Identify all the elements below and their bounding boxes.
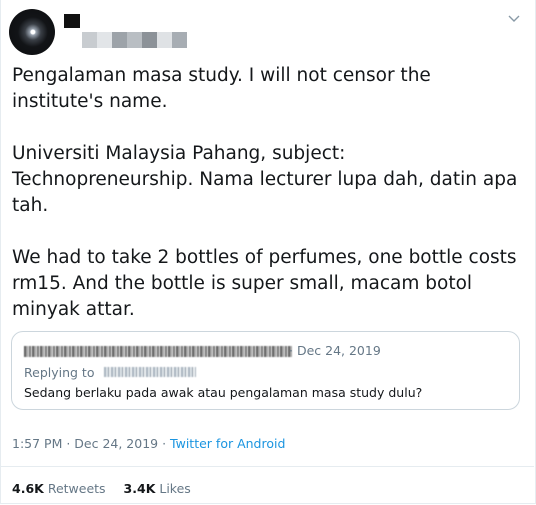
likes-stat[interactable]: 3.4K Likes: [124, 481, 191, 496]
redacted-handle-pixel: [172, 32, 187, 48]
quoted-tweet[interactable]: · Dec 24, 2019 Replying to Sedang berlak…: [11, 331, 520, 410]
tweet-metadata: 1:57 PM · Dec 24, 2019 · Twitter for And…: [12, 436, 286, 451]
tweet-paragraph-2: Universiti Malaysia Pahang, subject: Tec…: [12, 143, 518, 216]
likes-label: Likes: [159, 481, 191, 496]
retweets-label: Retweets: [47, 481, 106, 496]
avatar[interactable]: [9, 9, 55, 55]
tweet-time[interactable]: 1:57 PM: [12, 436, 62, 451]
redacted-handle-pixel: [142, 32, 157, 48]
replying-to-label: Replying to: [24, 365, 95, 380]
tweet-source-link[interactable]: Twitter for Android: [170, 436, 285, 451]
retweets-stat[interactable]: 4.6K Retweets: [12, 481, 106, 496]
tweet-date[interactable]: Dec 24, 2019: [74, 436, 158, 451]
redacted-handle-pixel: [82, 32, 97, 48]
redacted-quoted-author: [24, 346, 292, 357]
quoted-tweet-text: Sedang berlaku pada awak atau pengalaman…: [24, 385, 423, 400]
redacted-handle-pixel: [112, 32, 127, 48]
redacted-reply-handle: [104, 367, 196, 377]
divider: [0, 466, 534, 467]
redacted-handle-pixel: [127, 32, 142, 48]
chevron-down-icon[interactable]: [508, 13, 520, 23]
redacted-handle-pixel: [157, 32, 172, 48]
quoted-tweet-date: · Dec 24, 2019: [289, 343, 381, 358]
tweet-text: Pengalaman masa study. I will not censor…: [12, 63, 527, 349]
tweet-paragraph-1: Pengalaman masa study. I will not censor…: [12, 65, 431, 112]
retweets-count: 4.6K: [12, 481, 44, 496]
engagement-stats: 4.6K Retweets 3.4K Likes: [12, 481, 205, 496]
tweet-paragraph-3: We had to take 2 bottles of perfumes, on…: [12, 247, 517, 320]
likes-count: 3.4K: [123, 481, 156, 496]
redacted-display-name: [64, 14, 80, 28]
redacted-handle-pixel: [97, 32, 112, 48]
redacted-handle: [82, 32, 187, 48]
